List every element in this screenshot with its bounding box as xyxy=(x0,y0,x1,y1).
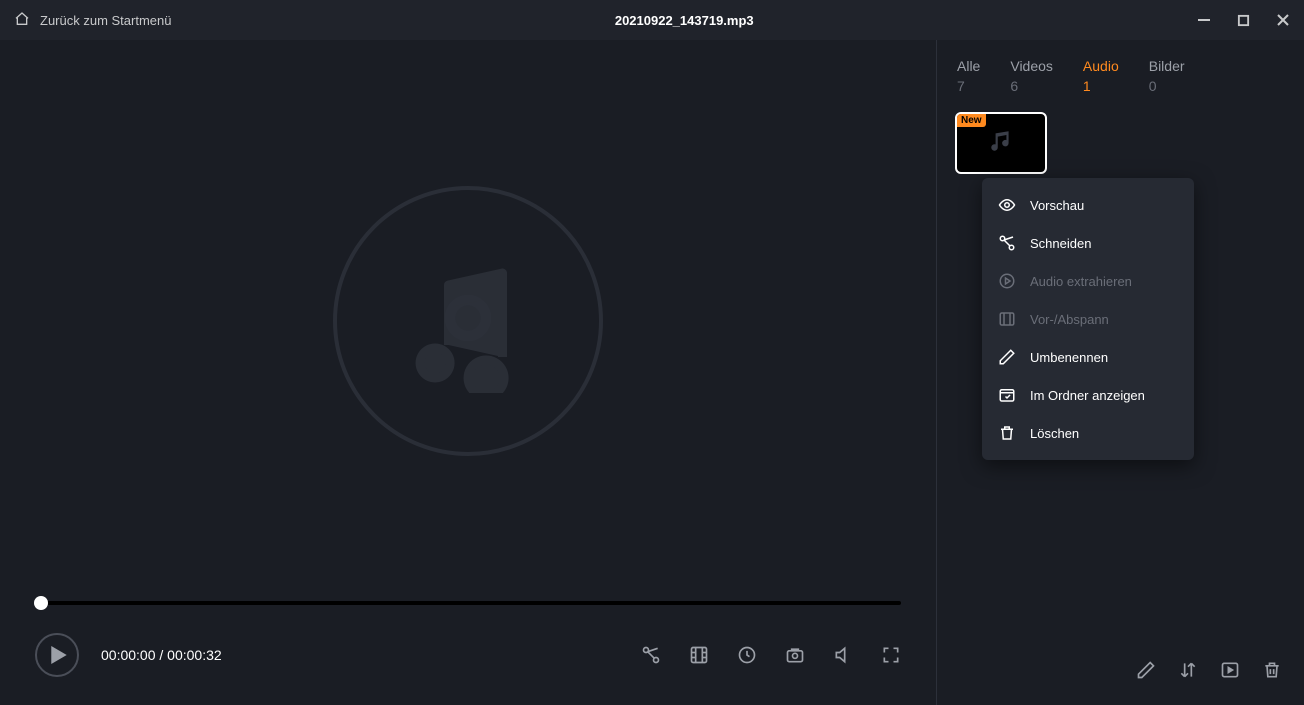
ctx-delete[interactable]: Löschen xyxy=(982,414,1194,452)
ctx-extract-audio: Audio extrahieren xyxy=(982,262,1194,300)
tab-bilder[interactable]: Bilder 0 xyxy=(1149,58,1185,94)
context-menu: Vorschau Schneiden Audio extrahieren Vor… xyxy=(982,178,1194,460)
close-button[interactable] xyxy=(1276,13,1290,27)
music-note-icon xyxy=(393,243,543,398)
ctx-intro-outro: Vor-/Abspann xyxy=(982,300,1194,338)
audio-disc-placeholder xyxy=(333,186,603,456)
speed-icon[interactable] xyxy=(737,645,757,665)
fullscreen-icon[interactable] xyxy=(881,645,901,665)
media-sidebar: Alle 7 Videos 6 Audio 1 Bilder 0 New xyxy=(936,40,1304,705)
import-icon[interactable] xyxy=(1220,660,1240,680)
cut-icon[interactable] xyxy=(641,645,661,665)
ctx-rename[interactable]: Umbenennen xyxy=(982,338,1194,376)
time-display: 00:00:00 / 00:00:32 xyxy=(101,647,222,663)
edit-icon[interactable] xyxy=(1136,660,1156,680)
volume-icon[interactable] xyxy=(833,645,853,665)
tab-audio[interactable]: Audio 1 xyxy=(1083,58,1119,94)
sort-icon[interactable] xyxy=(1178,660,1198,680)
seek-bar[interactable] xyxy=(0,601,936,605)
home-icon xyxy=(14,11,30,30)
snapshot-icon[interactable] xyxy=(785,645,805,665)
ctx-show-in-folder[interactable]: Im Ordner anzeigen xyxy=(982,376,1194,414)
ctx-cut[interactable]: Schneiden xyxy=(982,224,1194,262)
play-button[interactable] xyxy=(35,633,79,677)
ctx-preview[interactable]: Vorschau xyxy=(982,186,1194,224)
tab-alle[interactable]: Alle 7 xyxy=(957,58,980,94)
tab-videos[interactable]: Videos 6 xyxy=(1010,58,1053,94)
file-title: 20210922_143719.mp3 xyxy=(615,13,754,28)
film-icon[interactable] xyxy=(689,645,709,665)
filter-tabs: Alle 7 Videos 6 Audio 1 Bilder 0 xyxy=(937,40,1304,102)
titlebar: Zurück zum Startmenü 20210922_143719.mp3 xyxy=(0,0,1304,40)
back-label: Zurück zum Startmenü xyxy=(40,13,172,28)
trash-icon[interactable] xyxy=(1262,660,1282,680)
seek-thumb[interactable] xyxy=(34,596,48,610)
album-art-area xyxy=(0,40,936,601)
music-note-icon xyxy=(988,128,1014,159)
maximize-button[interactable] xyxy=(1237,13,1250,27)
audio-thumbnail[interactable]: New xyxy=(955,112,1047,174)
player-panel: 00:00:00 / 00:00:32 xyxy=(0,40,936,705)
new-badge: New xyxy=(957,114,986,127)
minimize-button[interactable] xyxy=(1197,13,1211,27)
back-to-start-button[interactable]: Zurück zum Startmenü xyxy=(14,11,172,30)
